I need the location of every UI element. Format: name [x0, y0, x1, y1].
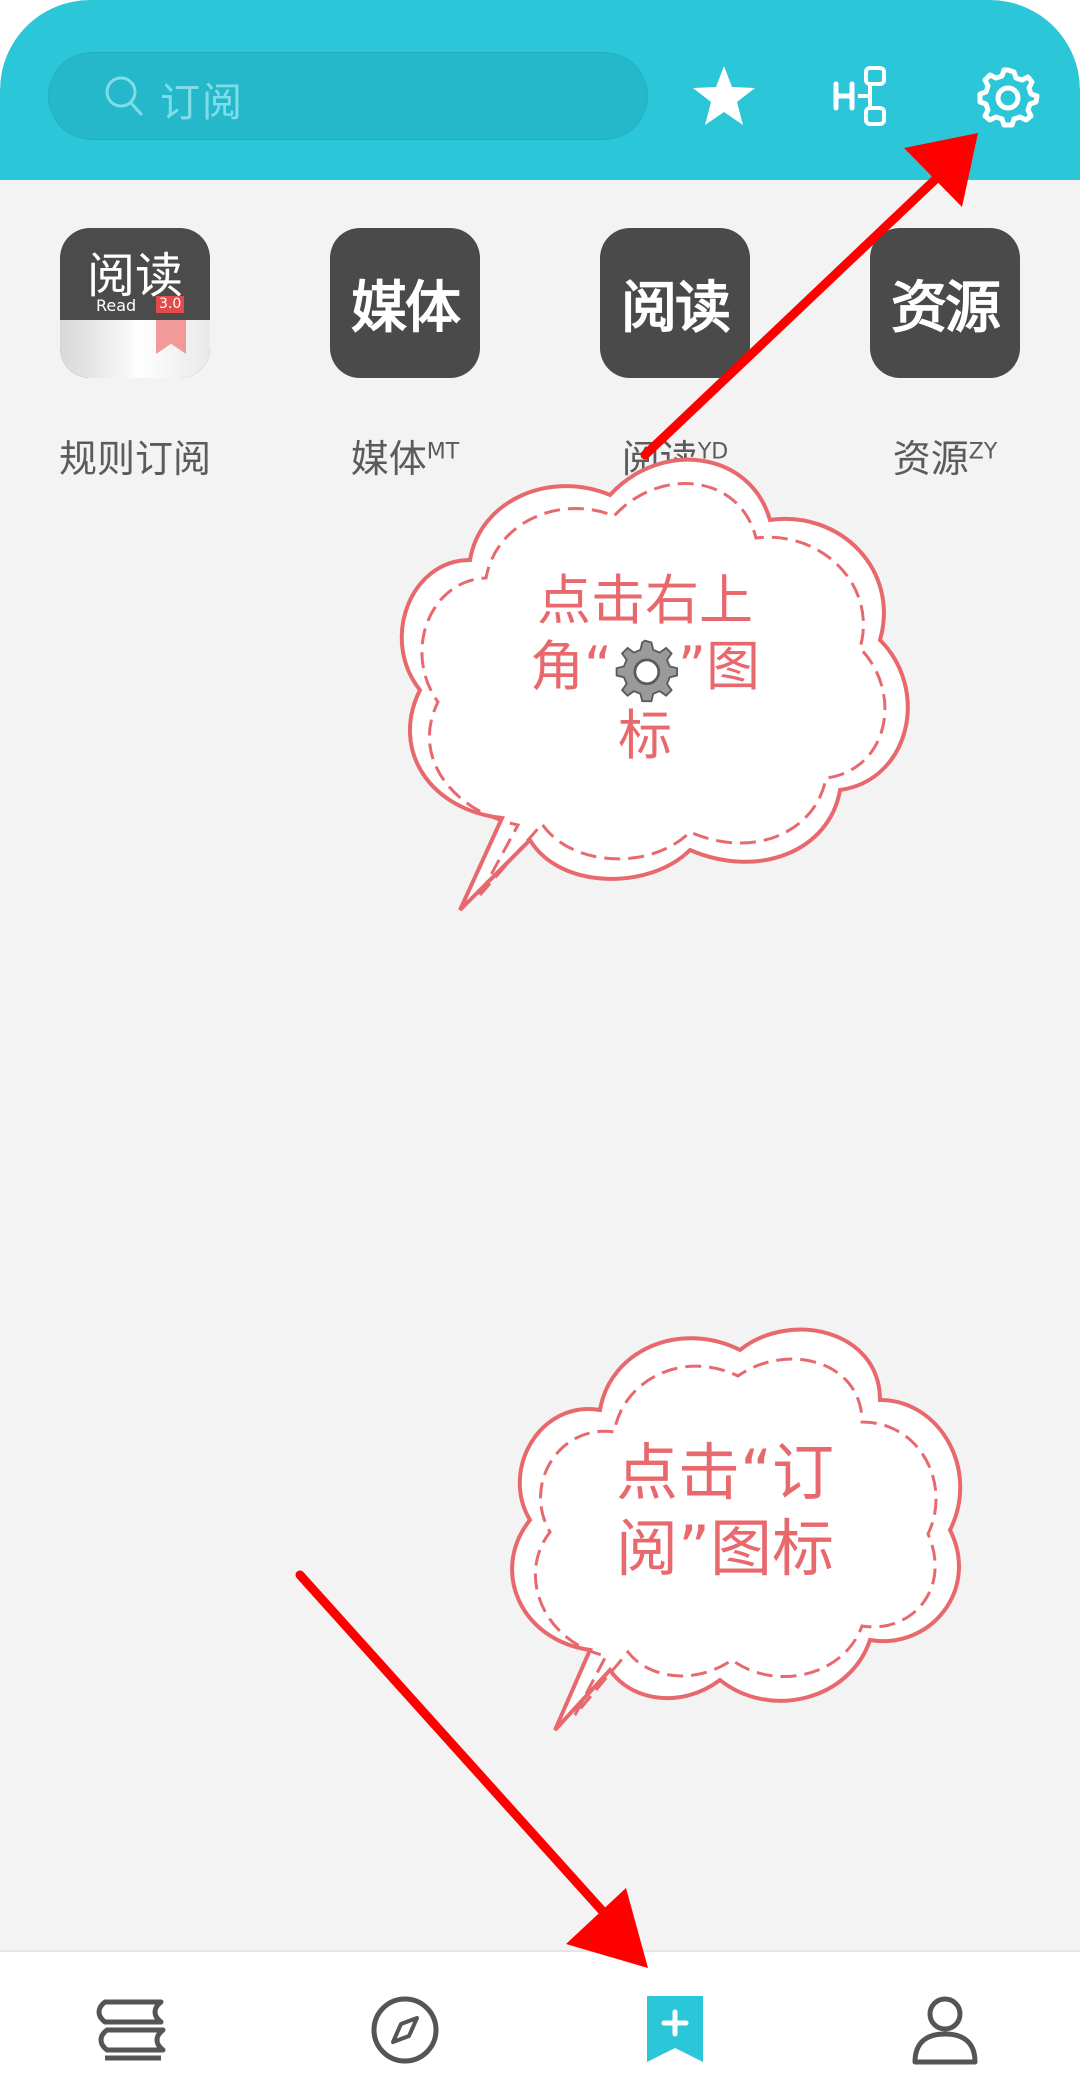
tile-glyph-media: 媒体 [351, 275, 461, 341]
phone-screen: 订阅 阅读 Read 3.0 规则订阅 媒体 媒体MT 阅读 阅读YD 资源 资… [0, 0, 1080, 2100]
search-placeholder: 订阅 [160, 80, 244, 126]
tile-logo-sub: Read [96, 296, 137, 315]
profile-icon[interactable] [905, 1990, 985, 2070]
explore-compass-icon[interactable] [365, 1990, 445, 2070]
annotation-text-top: 点击右上 角“ ”图 标 [530, 569, 760, 768]
media-tile[interactable]: 媒体 [330, 228, 480, 378]
tile-glyph-reading: 阅读 [621, 275, 731, 341]
subscription-icon[interactable] [635, 1990, 715, 2070]
search-icon [105, 76, 143, 116]
tile-label-rules[interactable]: 规则订阅 [25, 428, 245, 483]
bottom-navigation [0, 1950, 1080, 2100]
settings-gear-icon[interactable] [972, 60, 1044, 132]
top-app-bar: 订阅 [0, 0, 1080, 180]
resources-tile[interactable]: 资源 [870, 228, 1020, 378]
rule-tree-icon[interactable] [830, 60, 902, 132]
book-pages [60, 320, 210, 378]
annotation-text-bottom: 点击“订 阅”图标 [615, 1436, 835, 1585]
tile-glyph-resources: 资源 [891, 275, 1001, 341]
search-box[interactable]: 订阅 [48, 52, 648, 140]
star-icon[interactable] [688, 60, 760, 132]
bookshelf-icon[interactable] [95, 1990, 175, 2070]
gear-emoji-icon [615, 639, 678, 703]
tile-logo-version: 3.0 [156, 296, 185, 313]
rule-subscription-tile[interactable]: 阅读 Read 3.0 [60, 228, 210, 378]
reading-tile[interactable]: 阅读 [600, 228, 750, 378]
